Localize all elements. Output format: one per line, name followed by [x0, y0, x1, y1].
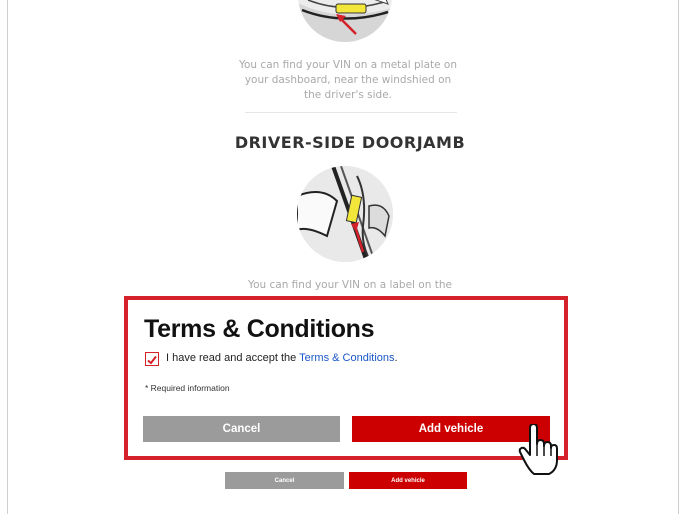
doorjamb-heading: DRIVER-SIDE DOORJAMB — [234, 133, 466, 152]
hand-pointer-icon — [518, 423, 560, 481]
terms-link[interactable]: Terms & Conditions — [299, 352, 394, 364]
required-info-note: * Required information — [145, 383, 230, 393]
terms-dialog: Terms & Conditions I have read and accep… — [124, 296, 568, 460]
doorjamb-help-text: You can find your VIN on a label on the — [248, 279, 452, 291]
accept-terms-checkbox[interactable] — [145, 352, 159, 366]
checkmark-icon — [147, 355, 157, 365]
doorjamb-vin-illustration — [297, 166, 393, 262]
accept-terms-label: I have read and accept the Terms & Condi… — [166, 352, 398, 364]
doorjamb-illustration-graphic — [297, 166, 393, 262]
accept-terms-period: . — [394, 352, 398, 364]
terms-title: Terms & Conditions — [144, 315, 375, 343]
section-divider — [245, 112, 457, 113]
cancel-button[interactable]: Cancel — [143, 416, 340, 442]
page-cancel-button[interactable]: Cancel — [225, 472, 344, 489]
page-add-vehicle-button[interactable]: Add vehicle — [349, 472, 467, 489]
accept-terms-text: I have read and accept the — [166, 352, 300, 364]
dashboard-help-text: You can find your VIN on a metal plate o… — [238, 59, 458, 101]
